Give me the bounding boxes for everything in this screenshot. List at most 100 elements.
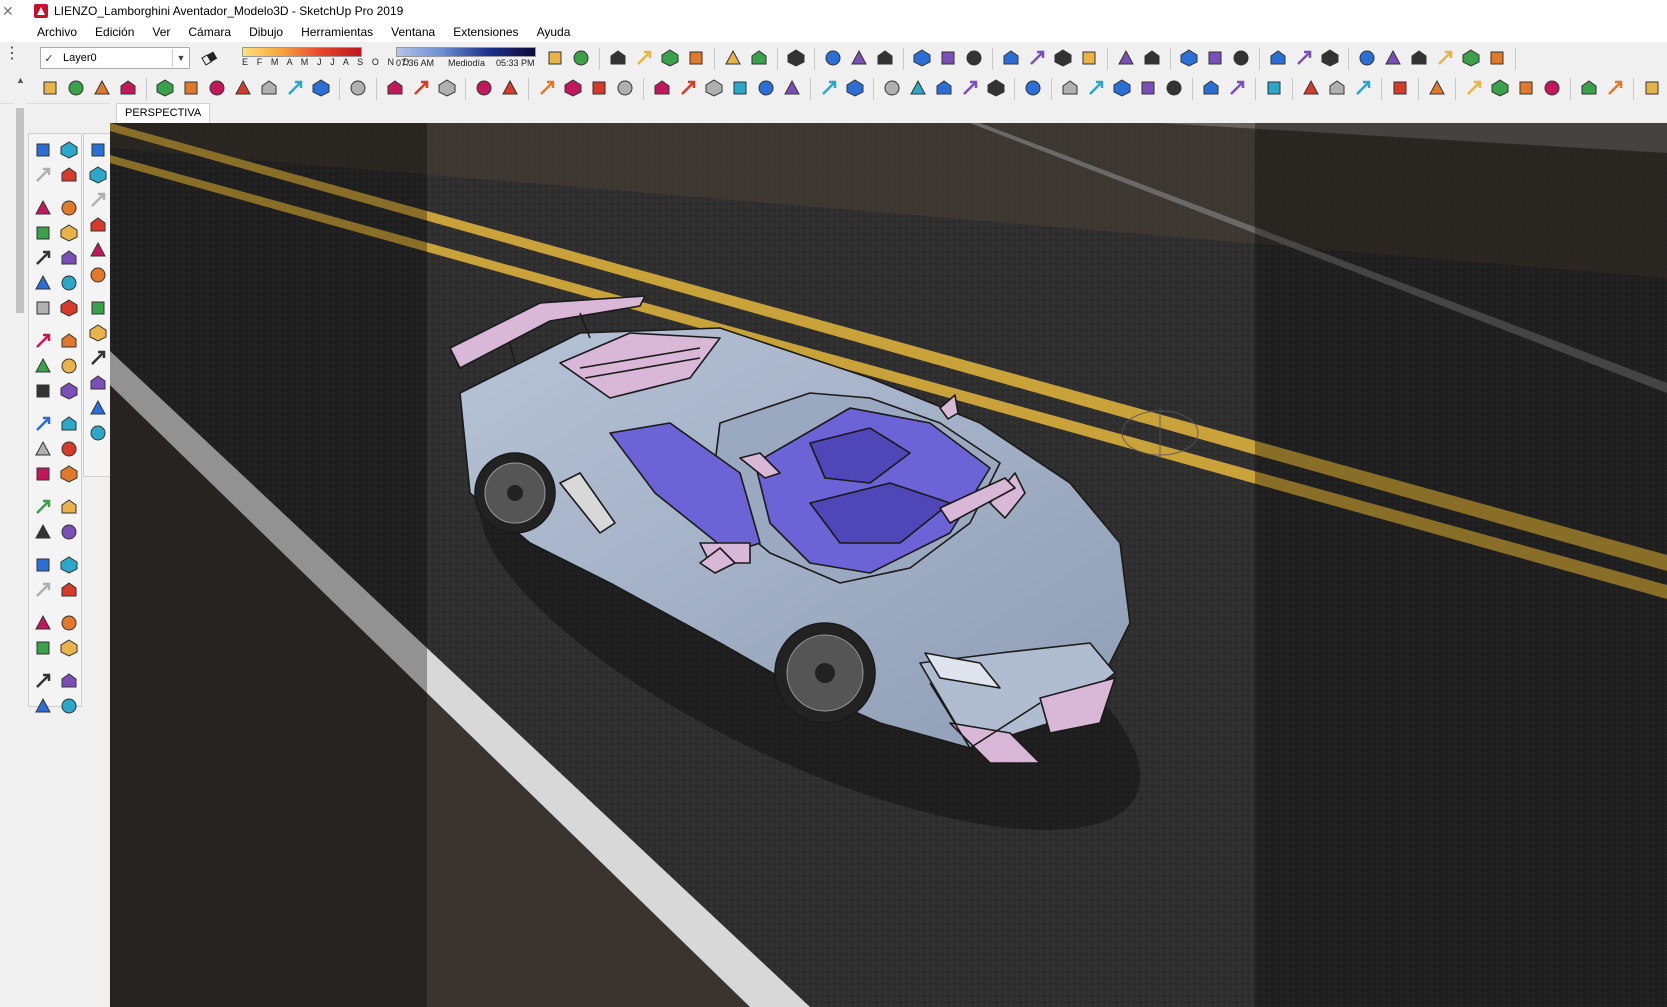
row2-tool-39-icon[interactable] <box>1164 78 1184 98</box>
menu-extensiones[interactable]: Extensiones <box>444 25 527 39</box>
large-tool-20-icon[interactable] <box>33 414 53 434</box>
row2-tool-45-icon[interactable] <box>1353 78 1373 98</box>
row1-tool-1-icon[interactable] <box>571 48 591 68</box>
row2-tool-14-icon[interactable] <box>437 78 457 98</box>
row1-tool-2-icon[interactable] <box>608 48 628 68</box>
row1-tool-25-icon[interactable] <box>1294 48 1314 68</box>
large-tool-34-icon[interactable] <box>33 613 53 633</box>
row2-tool-38-icon[interactable] <box>1138 78 1158 98</box>
row2-tool-6-icon[interactable] <box>207 78 227 98</box>
views-tool-9-icon[interactable] <box>88 373 108 393</box>
large-tool-32-icon[interactable] <box>33 580 53 600</box>
menu-archivo[interactable]: Archivo <box>28 25 86 39</box>
large-tool-35-icon[interactable] <box>59 613 79 633</box>
row2-tool-35-icon[interactable] <box>1060 78 1080 98</box>
large-tool-27-icon[interactable] <box>59 497 79 517</box>
menu-camara[interactable]: Cámara <box>179 25 240 39</box>
row2-tool-16-icon[interactable] <box>500 78 520 98</box>
tab-perspectiva[interactable]: PERSPECTIVA <box>116 103 211 123</box>
row2-tool-10-icon[interactable] <box>311 78 331 98</box>
row1-tool-27-icon[interactable] <box>1357 48 1377 68</box>
row2-tool-40-icon[interactable] <box>1201 78 1221 98</box>
row2-tool-21-icon[interactable] <box>652 78 672 98</box>
large-tool-21-icon[interactable] <box>59 414 79 434</box>
row2-tool-20-icon[interactable] <box>615 78 635 98</box>
large-tool-28-icon[interactable] <box>33 522 53 542</box>
large-tool-33-icon[interactable] <box>59 580 79 600</box>
row1-tool-15-icon[interactable] <box>1001 48 1021 68</box>
large-tool-10-icon[interactable] <box>33 273 53 293</box>
large-tool-18-icon[interactable] <box>33 381 53 401</box>
row1-tool-9-icon[interactable] <box>823 48 843 68</box>
row2-tool-44-icon[interactable] <box>1327 78 1347 98</box>
row2-tool-24-icon[interactable] <box>730 78 750 98</box>
row2-tool-19-icon[interactable] <box>589 78 609 98</box>
row2-tool-31-icon[interactable] <box>934 78 954 98</box>
views-tool-3-icon[interactable] <box>88 215 108 235</box>
row2-tool-28-icon[interactable] <box>845 78 865 98</box>
views-tool-0-icon[interactable] <box>88 140 108 160</box>
row2-tool-51-icon[interactable] <box>1542 78 1562 98</box>
large-tool-1-icon[interactable] <box>59 140 79 160</box>
left-scrollbar[interactable]: ▲ <box>14 73 26 1007</box>
menu-ver[interactable]: Ver <box>143 25 179 39</box>
chevron-down-icon[interactable]: ▼ <box>172 49 189 67</box>
row2-tool-17-icon[interactable] <box>537 78 557 98</box>
row2-tool-54-icon[interactable] <box>1642 78 1662 98</box>
row2-tool-11-icon[interactable] <box>348 78 368 98</box>
large-tool-5-icon[interactable] <box>59 198 79 218</box>
row2-tool-25-icon[interactable] <box>756 78 776 98</box>
large-tool-19-icon[interactable] <box>59 381 79 401</box>
row1-tool-10-icon[interactable] <box>849 48 869 68</box>
row1-tool-6-icon[interactable] <box>723 48 743 68</box>
row1-tool-21-icon[interactable] <box>1179 48 1199 68</box>
large-tool-11-icon[interactable] <box>59 273 79 293</box>
row2-tool-0-icon[interactable] <box>40 78 60 98</box>
modeling-viewport[interactable] <box>110 123 1667 1007</box>
large-tool-8-icon[interactable] <box>33 248 53 268</box>
toolbar-grip-icon[interactable]: ⋮ <box>4 46 20 62</box>
views-tool-5-icon[interactable] <box>88 265 108 285</box>
large-tool-37-icon[interactable] <box>59 638 79 658</box>
row1-tool-29-icon[interactable] <box>1409 48 1429 68</box>
large-tool-36-icon[interactable] <box>33 638 53 658</box>
row1-tool-19-icon[interactable] <box>1116 48 1136 68</box>
large-tool-22-icon[interactable] <box>33 439 53 459</box>
layer-dropdown[interactable]: ✓ Layer0 ▼ <box>40 47 190 69</box>
large-tool-25-icon[interactable] <box>59 464 79 484</box>
row2-tool-47-icon[interactable] <box>1427 78 1447 98</box>
large-tool-7-icon[interactable] <box>59 223 79 243</box>
row1-tool-18-icon[interactable] <box>1079 48 1099 68</box>
row1-tool-31-icon[interactable] <box>1461 48 1481 68</box>
row2-tool-52-icon[interactable] <box>1579 78 1599 98</box>
large-tool-14-icon[interactable] <box>33 331 53 351</box>
views-tool-4-icon[interactable] <box>88 240 108 260</box>
row2-tool-9-icon[interactable] <box>285 78 305 98</box>
views-tool-2-icon[interactable] <box>88 190 108 210</box>
large-tool-38-icon[interactable] <box>33 671 53 691</box>
row2-tool-13-icon[interactable] <box>411 78 431 98</box>
row2-tool-12-icon[interactable] <box>385 78 405 98</box>
views-tool-11-icon[interactable] <box>88 423 108 443</box>
row1-tool-5-icon[interactable] <box>686 48 706 68</box>
row1-tool-24-icon[interactable] <box>1268 48 1288 68</box>
large-tool-39-icon[interactable] <box>59 671 79 691</box>
row2-tool-50-icon[interactable] <box>1516 78 1536 98</box>
row2-tool-46-icon[interactable] <box>1390 78 1410 98</box>
row1-tool-17-icon[interactable] <box>1053 48 1073 68</box>
menu-ayuda[interactable]: Ayuda <box>528 25 580 39</box>
row2-tool-8-icon[interactable] <box>259 78 279 98</box>
row2-tool-26-icon[interactable] <box>782 78 802 98</box>
row1-tool-11-icon[interactable] <box>875 48 895 68</box>
row2-tool-33-icon[interactable] <box>986 78 1006 98</box>
row2-tool-30-icon[interactable] <box>908 78 928 98</box>
large-tool-29-icon[interactable] <box>59 522 79 542</box>
large-tool-12-icon[interactable] <box>33 298 53 318</box>
row1-tool-16-icon[interactable] <box>1027 48 1047 68</box>
large-tool-16-icon[interactable] <box>33 356 53 376</box>
row1-tool-8-icon[interactable] <box>786 48 806 68</box>
row2-tool-42-icon[interactable] <box>1264 78 1284 98</box>
row2-tool-27-icon[interactable] <box>819 78 839 98</box>
views-tool-7-icon[interactable] <box>88 323 108 343</box>
large-tool-13-icon[interactable] <box>59 298 79 318</box>
